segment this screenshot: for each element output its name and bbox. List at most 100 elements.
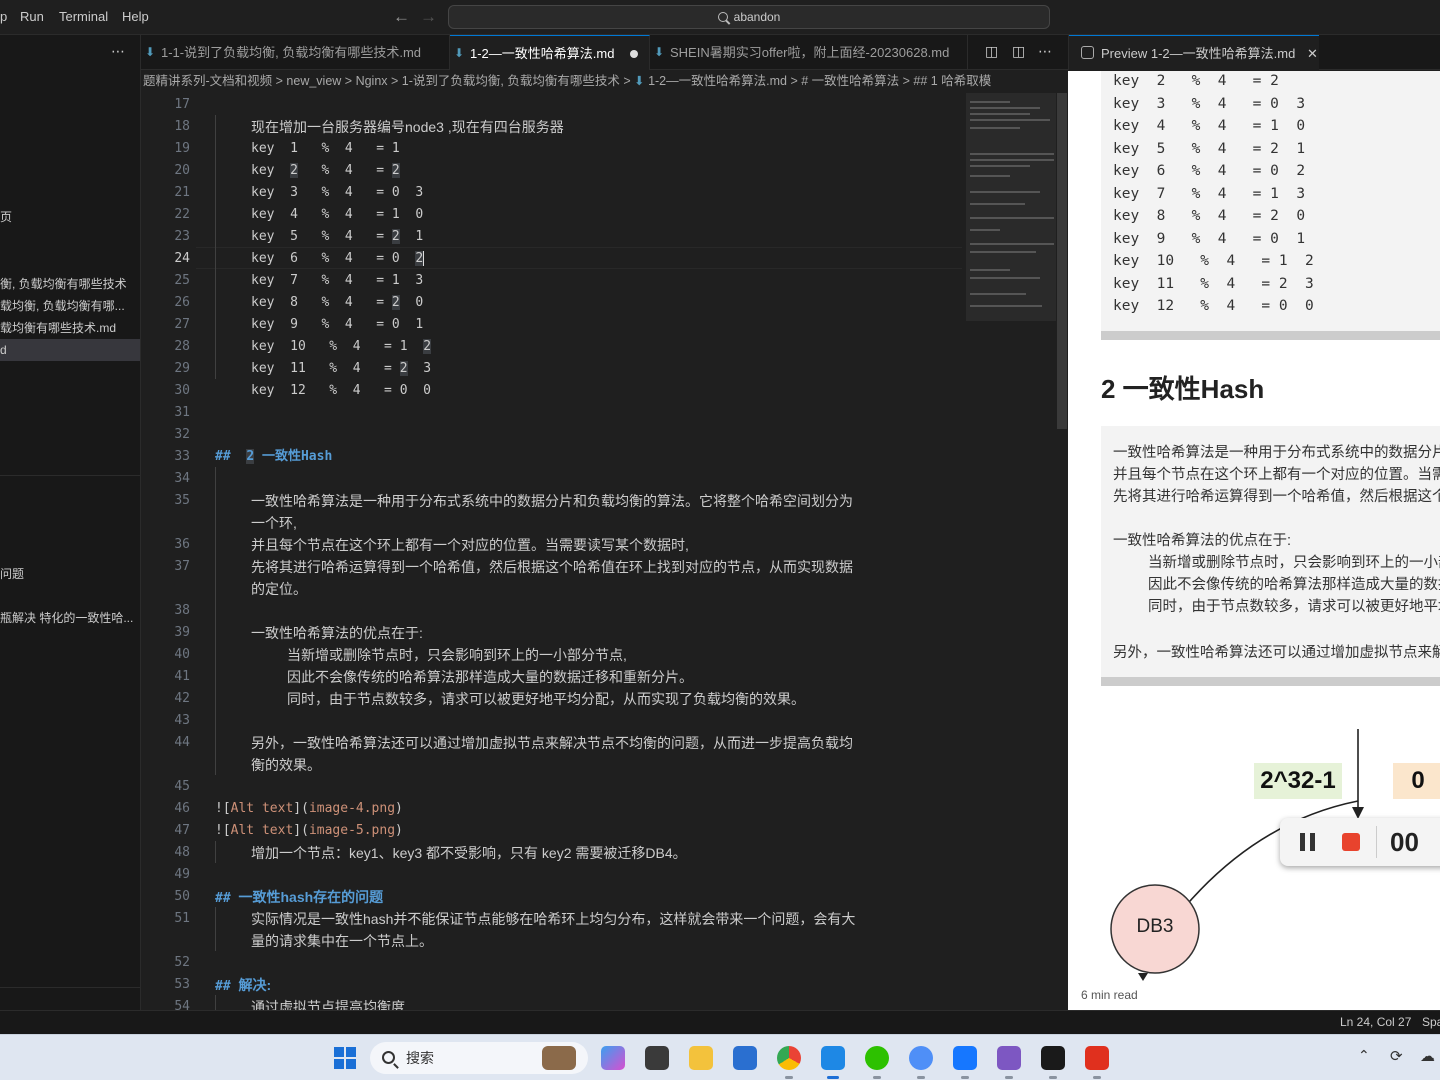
code-token-highlight: 2 — [399, 361, 408, 376]
tab-shein[interactable]: ⬇ SHEIN暑期实习offer啦，附上面经-20230628.md — [650, 35, 968, 70]
taskbar-search[interactable]: 搜索 — [370, 1042, 588, 1074]
wechat-icon[interactable] — [865, 1046, 889, 1070]
code-token: image-5.png — [308, 823, 396, 838]
recorder-app-icon[interactable] — [1041, 1046, 1065, 1070]
sidebar-item[interactable]: 问题 — [0, 563, 140, 585]
breadcrumb-item[interactable]: 1-说到了负载均衡, 负载均衡有哪些技术 — [402, 74, 620, 88]
heading-text: 一致性hash存在的问题 — [238, 889, 384, 905]
code-token: key — [251, 163, 291, 178]
code-token: ]( — [293, 801, 309, 816]
code-token: key 5 % 4 = — [251, 229, 392, 244]
markdown-preview[interactable]: key 2 % 4 = 2 key 3 % 4 = 0 3 key 4 % 4 … — [1068, 71, 1440, 1010]
task-view-icon[interactable] — [645, 1046, 669, 1070]
tab-label: 1-2—一致性哈希算法.md — [470, 46, 615, 61]
code-token: 0 — [399, 295, 424, 310]
tray-expand-icon[interactable]: ⌃ — [1358, 1047, 1370, 1064]
sidebar-item-selected[interactable]: d — [0, 339, 140, 361]
stop-icon[interactable] — [1342, 833, 1360, 851]
more-actions-icon[interactable]: ⋯ — [111, 43, 125, 60]
sidebar-item[interactable]: 衡, 负载均衡有哪些技术 — [0, 273, 140, 295]
file-explorer-icon[interactable] — [689, 1046, 713, 1070]
search-text: abandon — [733, 10, 781, 24]
command-center-search[interactable]: abandon — [448, 5, 1050, 29]
pause-icon[interactable] — [1300, 833, 1305, 851]
scrollbar-thumb[interactable] — [1057, 93, 1067, 429]
minimap-line — [970, 159, 1054, 161]
code-block-scrollbar[interactable] — [1101, 331, 1440, 340]
network-icon[interactable]: ☁ — [1420, 1047, 1435, 1065]
markdown-file-icon: ⬇ — [634, 74, 645, 88]
minimap[interactable] — [966, 93, 1056, 1010]
feishu-icon[interactable] — [953, 1046, 977, 1070]
indentation-setting[interactable]: Spa — [1422, 1015, 1440, 1029]
cursor-position[interactable]: Ln 24, Col 27 — [1340, 1015, 1411, 1029]
vscode-icon[interactable] — [821, 1046, 845, 1070]
line-number: 34 — [174, 471, 190, 486]
ring-zero-label: 0 — [1411, 767, 1425, 794]
breadcrumb-item[interactable]: Nginx — [356, 74, 388, 88]
tab-preview[interactable]: Preview 1-2—一致性哈希算法.md ✕ — [1069, 35, 1319, 70]
line-number: 39 — [174, 625, 190, 640]
unsaved-dot-icon[interactable] — [630, 50, 639, 58]
breadcrumb-item[interactable]: ## 1 哈希取模 — [913, 74, 991, 88]
line-number: 44 — [174, 735, 190, 750]
preview-text: 一致性哈希算法的优点在于: — [1113, 533, 1292, 549]
tab-1-2-active[interactable]: ⬇ 1-2—一致性哈希算法.md — [450, 35, 650, 70]
chrome-icon[interactable] — [777, 1046, 801, 1070]
open-preview-icon[interactable]: ◫ — [985, 43, 998, 60]
breadcrumb-item[interactable]: 题精讲系列-文档和视频 — [143, 74, 272, 88]
line-number: 17 — [174, 97, 190, 112]
code-token-highlight: 2 — [391, 163, 400, 178]
preview-text: 一致性哈希算法是一种用于分布式系统中的数据分片和负载均衡的算法。 — [1113, 445, 1440, 461]
sidebar-item[interactable]: 页 — [0, 206, 140, 228]
sidebar-item[interactable]: 瓶解决 特化的一致性哈... — [0, 607, 140, 629]
preview-text: 同时，由于节点数较多，请求可以被更好地平均分配，从而实现了负载均衡的效果。 — [1148, 599, 1440, 615]
back-arrow-icon[interactable]: ← — [393, 7, 410, 27]
minimap-line — [970, 127, 1020, 129]
forward-arrow-icon[interactable]: → — [420, 7, 437, 27]
copilot-icon[interactable] — [601, 1046, 625, 1070]
sync-icon[interactable]: ⟳ — [1390, 1047, 1403, 1065]
visual-studio-icon[interactable] — [997, 1046, 1021, 1070]
menu-item-go[interactable]: p — [0, 9, 7, 24]
running-indicator — [1049, 1076, 1057, 1079]
sidebar-item[interactable]: 载均衡, 负载均衡有哪... — [0, 295, 140, 317]
menu-item-help[interactable]: Help — [122, 9, 149, 24]
line-number: 30 — [174, 383, 190, 398]
preview-code-line: key 6 % 4 = 0 2 — [1113, 163, 1306, 179]
line-number: 22 — [174, 207, 190, 222]
line-number: 48 — [174, 845, 190, 860]
windows-start-icon[interactable] — [334, 1047, 356, 1069]
breadcrumb-item[interactable]: 1-2—一致性哈希算法.md — [648, 74, 787, 88]
code-line: 通过虚拟节点提高均衡度 — [251, 999, 405, 1010]
code-token-highlight: 2 — [391, 229, 400, 244]
app-icon[interactable] — [909, 1046, 933, 1070]
wps-icon[interactable] — [1085, 1046, 1109, 1070]
breadcrumb-item[interactable]: new_view — [286, 74, 341, 88]
tab-1-1[interactable]: ⬇ 1-1-说到了负载均衡, 负载均衡有哪些技术.md — [141, 35, 450, 70]
split-editor-icon[interactable]: ◫ — [1012, 43, 1025, 60]
editor-text-area[interactable]: 现在增加一台服务器编号node3 ,现在有四台服务器 key 1 % 4 = 1… — [200, 93, 960, 1010]
title-bar: p Run Terminal Help ← → abandon — [0, 0, 1440, 35]
minimap-line — [970, 175, 1010, 177]
line-number: 26 — [174, 295, 190, 310]
heading-marker: ## — [215, 891, 239, 906]
code-token: 3 — [407, 361, 432, 376]
line-number: 29 — [174, 361, 190, 376]
sidebar-item[interactable]: 载均衡有哪些技术.md — [0, 317, 140, 339]
search-icon — [382, 1051, 395, 1064]
menu-item-terminal[interactable]: Terminal — [59, 9, 108, 24]
breadcrumb-item[interactable]: # 一致性哈希算法 — [801, 74, 899, 88]
menu-item-run[interactable]: Run — [20, 9, 44, 24]
heading-text: 解决: — [238, 977, 272, 993]
microsoft-store-icon[interactable] — [733, 1046, 757, 1070]
code-token: ) — [395, 823, 403, 838]
code-line: key 9 % 4 = 0 1 — [251, 317, 424, 332]
vertical-scrollbar[interactable] — [1056, 93, 1068, 1010]
tab-label: Preview 1-2—一致性哈希算法.md — [1101, 46, 1296, 61]
more-actions-icon[interactable]: ⋯ — [1038, 43, 1052, 60]
line-number: 35 — [174, 493, 190, 508]
code-block-scrollbar[interactable] — [1101, 677, 1440, 686]
close-icon[interactable]: ✕ — [1307, 46, 1318, 61]
markdown-file-icon: ⬇ — [454, 46, 465, 60]
